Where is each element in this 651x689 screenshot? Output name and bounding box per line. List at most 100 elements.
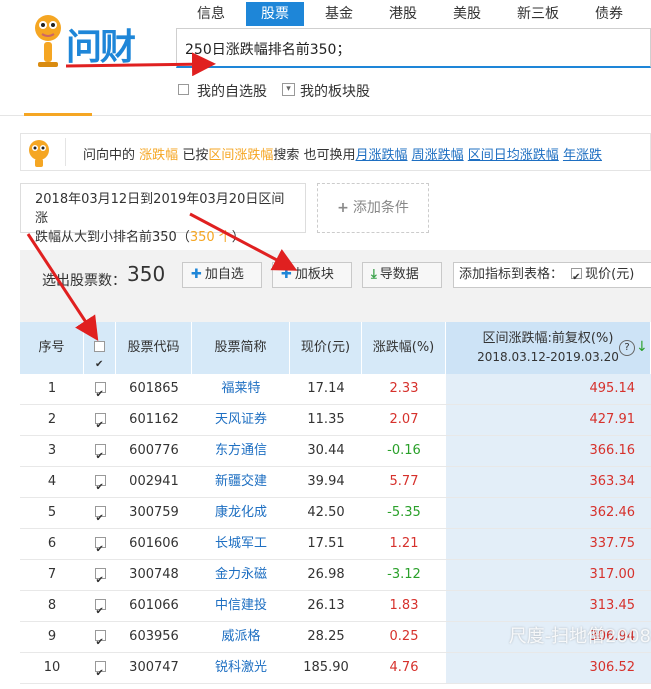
table-row[interactable]: 2 601162 天风证券 11.35 2.07 427.91 bbox=[20, 405, 651, 441]
row-checkbox[interactable] bbox=[94, 597, 106, 627]
row-checkbox[interactable] bbox=[94, 442, 106, 472]
row-range-change: 427.91 bbox=[446, 405, 651, 435]
selected-count: 350 bbox=[127, 262, 166, 286]
condition-chip[interactable]: 2018年03月12日到2019年03月20日区间涨 跌幅从大到小排名前350（… bbox=[20, 183, 306, 245]
info-term: 涨跌幅 bbox=[139, 148, 179, 163]
row-price: 30.44 bbox=[307, 443, 345, 458]
row-select[interactable] bbox=[84, 560, 116, 596]
row-price: 26.98 bbox=[307, 567, 345, 582]
add-condition-label: 添加条件 bbox=[352, 200, 409, 216]
link-weekly-change[interactable]: 周涨跌幅 bbox=[412, 148, 464, 163]
row-seq: 2 bbox=[47, 412, 57, 427]
search-input[interactable]: 250日涨跌幅排名前350； bbox=[185, 39, 350, 59]
row-checkbox[interactable] bbox=[94, 504, 106, 534]
link-monthly-change[interactable]: 月涨跌幅 bbox=[355, 148, 407, 163]
row-price: 26.13 bbox=[307, 598, 345, 613]
row-checkbox[interactable] bbox=[94, 566, 106, 596]
mascot-icon bbox=[29, 140, 49, 167]
add-block-button[interactable]: ✚ 加板块 bbox=[272, 262, 352, 288]
row-price: 17.14 bbox=[307, 381, 345, 396]
col-change[interactable]: 涨跌幅(%) bbox=[362, 322, 446, 374]
row-range-change: 306.52 bbox=[446, 653, 651, 683]
row-name-link[interactable]: 东方通信 bbox=[192, 436, 290, 466]
search-box[interactable]: 250日涨跌幅排名前350； bbox=[176, 28, 651, 68]
row-name-link[interactable]: 锐科激光 bbox=[192, 653, 290, 683]
header-divider bbox=[0, 115, 651, 116]
row-select[interactable] bbox=[84, 498, 116, 534]
add-condition-button[interactable]: + 添加条件 bbox=[317, 183, 429, 233]
col-code[interactable]: 股票代码 bbox=[116, 322, 192, 374]
row-select[interactable] bbox=[84, 591, 116, 627]
table-row[interactable]: 1 601865 福莱特 17.14 2.33 495.14 bbox=[20, 374, 651, 410]
my-watchlist-checkbox[interactable] bbox=[178, 84, 189, 95]
row-range-change: 495.14 bbox=[446, 374, 651, 404]
row-name-link[interactable]: 中信建投 bbox=[192, 591, 290, 621]
my-block-label: 我的板块股 bbox=[300, 84, 370, 100]
link-daily-avg-change[interactable]: 区间日均涨跌幅 bbox=[468, 148, 559, 163]
select-all-checkbox[interactable] bbox=[94, 339, 105, 391]
price-indicator-checkbox[interactable] bbox=[571, 266, 583, 287]
row-name-link[interactable]: 福莱特 bbox=[192, 374, 290, 404]
row-seq: 6 bbox=[47, 536, 57, 551]
nav-tab-neeq[interactable]: 新三板 bbox=[510, 2, 566, 26]
col-price[interactable]: 现价(元) bbox=[290, 322, 362, 374]
row-checkbox[interactable] bbox=[94, 380, 106, 410]
nav-tab-fund[interactable]: 基金 bbox=[316, 2, 362, 26]
nav-tab-hk[interactable]: 港股 bbox=[380, 2, 426, 26]
nav-tab-info[interactable]: 信息 bbox=[188, 2, 234, 26]
sort-down-icon[interactable]: ↓ bbox=[636, 338, 648, 356]
nav-tab-bond[interactable]: 债券 bbox=[586, 2, 632, 26]
table-row[interactable]: 3 600776 东方通信 30.44 -0.16 366.16 bbox=[20, 436, 651, 472]
row-select[interactable] bbox=[84, 405, 116, 441]
nav-tab-stock[interactable]: 股票 bbox=[246, 2, 304, 26]
col-select-all[interactable] bbox=[84, 322, 116, 391]
row-select[interactable] bbox=[84, 467, 116, 503]
row-checkbox[interactable] bbox=[94, 659, 106, 689]
top-nav: 信息 股票 基金 港股 美股 新三板 债券 bbox=[176, 2, 651, 26]
row-select[interactable] bbox=[84, 653, 116, 689]
row-checkbox[interactable] bbox=[94, 535, 106, 565]
row-name-link[interactable]: 威派格 bbox=[192, 622, 290, 652]
row-change: 2.07 bbox=[389, 412, 419, 427]
row-change: 2.33 bbox=[389, 381, 419, 396]
row-range-change: 317.00 bbox=[446, 560, 651, 590]
row-select[interactable] bbox=[84, 529, 116, 565]
col-name[interactable]: 股票简称 bbox=[192, 322, 290, 374]
row-seq: 4 bbox=[47, 474, 57, 489]
dropdown-icon[interactable]: ▾ bbox=[282, 83, 295, 96]
table-row[interactable]: 10 300747 锐科激光 185.90 4.76 306.52 bbox=[20, 653, 651, 689]
row-code: 300759 bbox=[129, 505, 179, 520]
nav-tab-us[interactable]: 美股 bbox=[444, 2, 490, 26]
export-data-button[interactable]: ⤓ 导数据 bbox=[362, 262, 442, 288]
col-range-change[interactable]: 区间涨跌幅:前复权(%) 2018.03.12-2019.03.20 ? ↓ bbox=[446, 322, 651, 374]
table-row[interactable]: 7 300748 金力永磁 26.98 -3.12 317.00 bbox=[20, 560, 651, 596]
row-change: 1.21 bbox=[389, 536, 419, 551]
table-row[interactable]: 4 002941 新疆交建 39.94 5.77 363.34 bbox=[20, 467, 651, 503]
row-name-link[interactable]: 金力永磁 bbox=[192, 560, 290, 590]
row-checkbox[interactable] bbox=[94, 628, 106, 658]
row-name-link[interactable]: 康龙化成 bbox=[192, 498, 290, 528]
help-icon[interactable]: ? bbox=[619, 340, 635, 356]
row-select[interactable] bbox=[84, 374, 116, 410]
row-range-change: 363.34 bbox=[446, 467, 651, 497]
row-name-link[interactable]: 新疆交建 bbox=[192, 467, 290, 497]
row-change: 4.76 bbox=[389, 660, 419, 675]
info-text: 问向中的 涨跌幅 已按区间涨跌幅搜索 也可换用月涨跌幅 周涨跌幅 区间日均涨跌幅… bbox=[83, 144, 602, 163]
add-indicator-select[interactable]: 添加指标到表格： 现价(元) bbox=[453, 262, 651, 288]
table-row[interactable]: 5 300759 康龙化成 42.50 -5.35 362.46 bbox=[20, 498, 651, 534]
row-checkbox[interactable] bbox=[94, 411, 106, 441]
condition-text: ） bbox=[231, 230, 245, 245]
add-watchlist-button[interactable]: ✚ 加自选 bbox=[182, 262, 262, 288]
row-select[interactable] bbox=[84, 622, 116, 658]
table-row[interactable]: 6 601606 长城军工 17.51 1.21 337.75 bbox=[20, 529, 651, 565]
row-name-link[interactable]: 长城军工 bbox=[192, 529, 290, 559]
query-info-bar: 问向中的 涨跌幅 已按区间涨跌幅搜索 也可换用月涨跌幅 周涨跌幅 区间日均涨跌幅… bbox=[20, 133, 651, 171]
row-seq: 10 bbox=[43, 660, 61, 675]
row-seq: 9 bbox=[47, 629, 57, 644]
row-name-link[interactable]: 天风证券 bbox=[192, 405, 290, 435]
link-yearly-change[interactable]: 年涨跌 bbox=[563, 148, 602, 163]
row-select[interactable] bbox=[84, 436, 116, 472]
table-row[interactable]: 8 601066 中信建投 26.13 1.83 313.45 bbox=[20, 591, 651, 627]
row-checkbox[interactable] bbox=[94, 473, 106, 503]
logo-text: 问财 bbox=[66, 27, 136, 68]
